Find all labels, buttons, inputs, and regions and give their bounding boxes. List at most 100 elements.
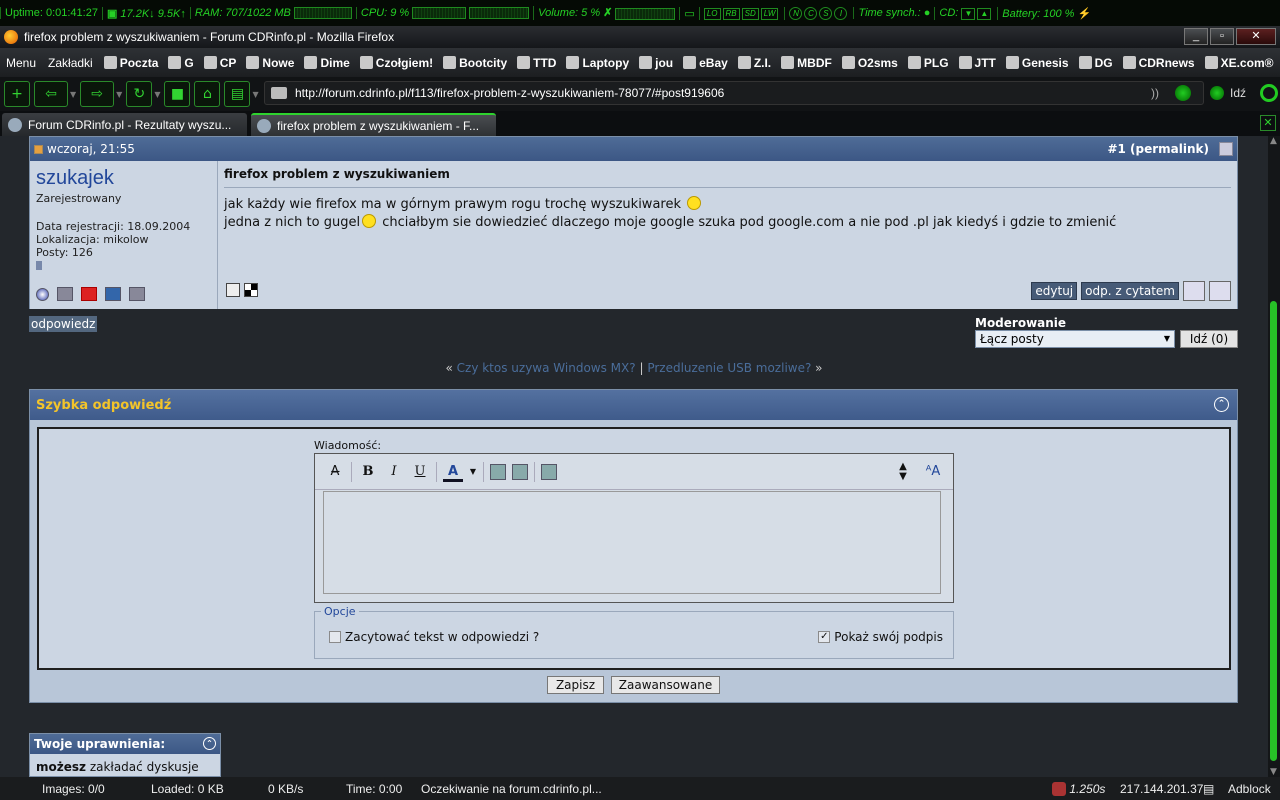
- moderation-select[interactable]: Łącz posty ▼: [975, 330, 1175, 348]
- bookmark-laptopy[interactable]: Laptopy: [561, 56, 634, 70]
- menu-bookmarks[interactable]: Zakładki: [42, 56, 99, 70]
- bold-icon[interactable]: B: [358, 462, 378, 482]
- bookmark-dime[interactable]: Dime: [299, 56, 354, 70]
- multiquote-icon[interactable]: [1183, 281, 1205, 301]
- permalink-link[interactable]: #1 (permalink): [1107, 142, 1209, 156]
- bookmark-label: Czołgiem!: [375, 55, 434, 70]
- remove-format-icon[interactable]: A̶: [325, 462, 345, 482]
- go-button[interactable]: Idź: [1230, 86, 1246, 100]
- private-message-icon[interactable]: [57, 287, 73, 301]
- go-control[interactable]: Idź: [1210, 84, 1279, 102]
- minimize-button[interactable]: _: [1184, 28, 1208, 45]
- message-textarea[interactable]: [323, 491, 941, 594]
- signature-checkbox[interactable]: ✓: [818, 631, 831, 643]
- edit-button[interactable]: edytuj: [1031, 282, 1078, 300]
- bookmark-genesis[interactable]: Genesis: [1001, 56, 1074, 70]
- cd-eject-icon[interactable]: ▼: [961, 7, 976, 20]
- moderation-go-button[interactable]: Idź (0): [1180, 330, 1238, 348]
- bookmark-jtt[interactable]: JTT: [954, 56, 1001, 70]
- stop-button[interactable]: ■: [164, 81, 191, 107]
- menu-menu[interactable]: Menu: [0, 56, 42, 70]
- italic-icon[interactable]: I: [384, 462, 404, 482]
- forward-history-dropdown-icon[interactable]: ▼: [116, 90, 122, 99]
- quick-reply-icon[interactable]: [1209, 281, 1231, 301]
- scroll-up-icon[interactable]: ▲: [1270, 136, 1277, 146]
- image-dropdown-icon[interactable]: ▼: [252, 90, 258, 99]
- new-tab-icon[interactable]: +: [4, 81, 30, 107]
- bookmark-cdrnews[interactable]: CDRnews: [1118, 56, 1200, 70]
- reply-button[interactable]: odpowiedz: [29, 316, 98, 332]
- advanced-button[interactable]: Zaawansowane: [611, 676, 720, 694]
- maximize-button[interactable]: ▫: [1210, 28, 1234, 45]
- volume-slider[interactable]: [615, 7, 676, 20]
- close-tab-icon[interactable]: ✕: [1260, 115, 1276, 131]
- username-link[interactable]: szukajek: [36, 167, 211, 190]
- report-icon[interactable]: [81, 287, 97, 301]
- resize-editor-icon[interactable]: ▲ ▼: [893, 462, 913, 482]
- globe-icon[interactable]: [1175, 85, 1191, 101]
- profile-book-icon[interactable]: [105, 287, 121, 301]
- bookmark-zi[interactable]: Z.I.: [733, 56, 776, 70]
- window-titlebar[interactable]: firefox problem z wyszukiwaniem - Forum …: [0, 26, 1280, 48]
- scrollbar-thumb[interactable]: [1270, 301, 1277, 761]
- go-icon[interactable]: [1210, 86, 1224, 100]
- select-post-checkbox[interactable]: [1219, 142, 1233, 156]
- search-engine-icon[interactable]: [1260, 84, 1279, 102]
- reload-dropdown-icon[interactable]: ▼: [154, 90, 160, 99]
- scroll-down-icon[interactable]: ▼: [1270, 767, 1277, 777]
- close-window-button[interactable]: ✕: [1236, 28, 1276, 45]
- reload-button[interactable]: ↻: [126, 81, 153, 107]
- computer-icon[interactable]: [129, 287, 145, 301]
- url-text[interactable]: http://forum.cdrinfo.pl/f113/firefox-pro…: [295, 86, 724, 100]
- volume-monitor[interactable]: Volume: 5 % ✗: [533, 6, 679, 20]
- insert-quote-icon[interactable]: [541, 463, 557, 480]
- insert-link-icon[interactable]: [490, 463, 506, 480]
- bookmark-plg[interactable]: PLG: [903, 56, 954, 70]
- tab-firefox-problem[interactable]: firefox problem z wyszukiwaniem - F...: [251, 113, 496, 136]
- bookmark-nowe[interactable]: Nowe: [241, 56, 299, 70]
- back-history-dropdown-icon[interactable]: ▼: [70, 90, 76, 99]
- save-button[interactable]: Zapisz: [547, 676, 604, 694]
- bookmark-g[interactable]: G: [163, 56, 198, 70]
- quote-checkbox[interactable]: [329, 631, 341, 643]
- bookmark-xe[interactable]: XE.com®: [1200, 56, 1279, 70]
- next-thread-link[interactable]: Przedluzenie USB mozliwe?: [647, 361, 811, 375]
- forward-button[interactable]: ⇨: [80, 81, 115, 107]
- switch-editor-mode-icon[interactable]: ᴬA: [923, 462, 943, 482]
- underline-icon[interactable]: U: [410, 462, 430, 482]
- tab-forum-results[interactable]: Forum CDRinfo.pl - Rezultaty wyszu...: [2, 113, 247, 136]
- checkerboard-icon[interactable]: [244, 283, 258, 297]
- bookmark-o2sms[interactable]: O2sms: [837, 56, 903, 70]
- previous-thread-link[interactable]: Czy ktos uzywa Windows MX?: [457, 361, 636, 375]
- cd-tray[interactable]: CD: ▼ ▲: [934, 6, 997, 20]
- home-icon[interactable]: ⌂: [194, 81, 221, 107]
- adblock-label[interactable]: Adblock: [1228, 782, 1271, 796]
- bookmark-mbdf[interactable]: MBDF: [776, 56, 837, 70]
- bookmark-bootcity[interactable]: Bootcity: [438, 56, 512, 70]
- collapse-icon[interactable]: ⌃: [203, 737, 216, 750]
- quote-option[interactable]: Zacytować tekst w odpowiedzi ?: [329, 630, 539, 644]
- vertical-scrollbar[interactable]: ▲ ▼: [1268, 136, 1280, 777]
- ip-icon[interactable]: [226, 283, 240, 297]
- mute-icon[interactable]: ✗: [603, 7, 612, 19]
- image-icon[interactable]: ▤: [224, 81, 251, 107]
- back-button[interactable]: ⇦: [34, 81, 68, 107]
- url-bar[interactable]: http://forum.cdrinfo.pl/f113/firefox-pro…: [264, 81, 1204, 105]
- bookmark-ttd[interactable]: TTD: [512, 56, 561, 70]
- bookmark-poczta[interactable]: Poczta: [99, 56, 164, 70]
- bookmark-dg[interactable]: DG: [1074, 56, 1118, 70]
- insert-image-icon[interactable]: [512, 463, 528, 480]
- bookmark-ebay[interactable]: eBay: [678, 56, 733, 70]
- bookmark-cp[interactable]: CP: [199, 56, 242, 70]
- font-color-dropdown-icon[interactable]: ▼: [469, 462, 477, 482]
- rss-icon[interactable]: )): [1151, 86, 1159, 100]
- adblock-icon[interactable]: ▤: [1203, 782, 1214, 796]
- cd-close-icon[interactable]: ▲: [977, 7, 992, 20]
- reply-with-quote-button[interactable]: odp. z cytatem: [1081, 282, 1179, 300]
- font-color-icon[interactable]: A: [443, 462, 463, 482]
- collapse-icon[interactable]: ⌃: [1214, 397, 1229, 412]
- signature-option[interactable]: ✓ Pokaż swój podpis: [818, 630, 943, 644]
- drive-icon[interactable]: ▭: [679, 6, 698, 20]
- bookmark-jou[interactable]: jou: [634, 56, 678, 70]
- bookmark-czolgiem[interactable]: Czołgiem!: [355, 56, 438, 70]
